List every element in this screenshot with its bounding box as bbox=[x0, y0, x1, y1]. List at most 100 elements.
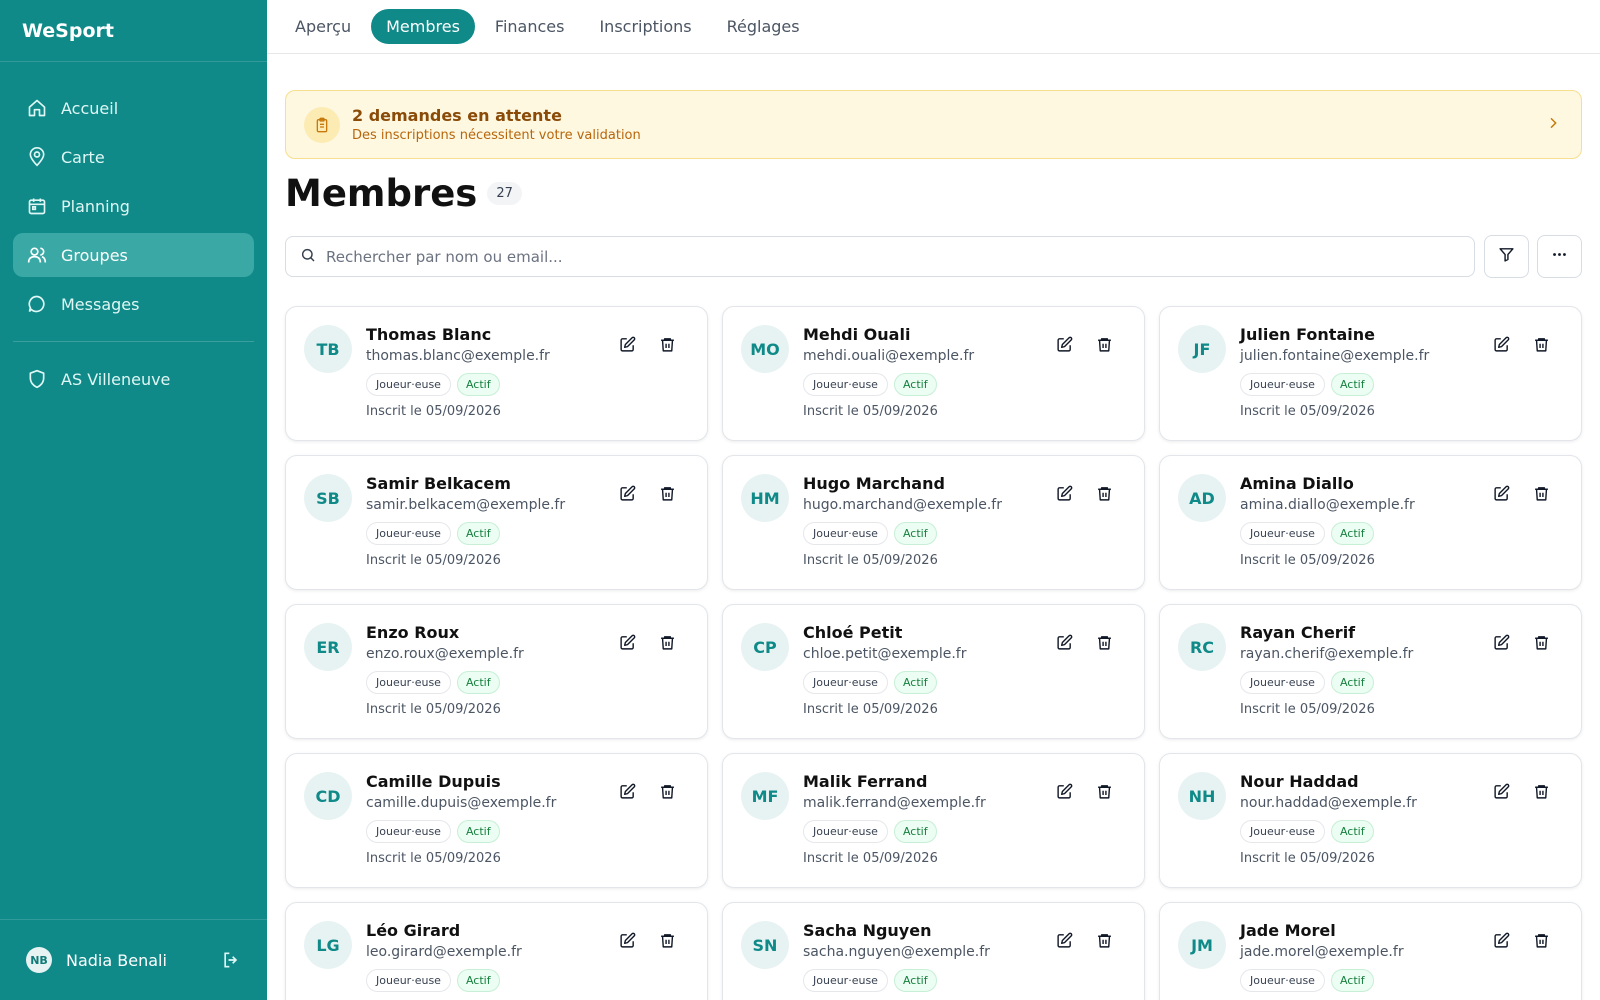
trash-icon[interactable] bbox=[1093, 333, 1115, 355]
trash-icon[interactable] bbox=[1530, 482, 1552, 504]
member-joined-date: Inscrit le 05/09/2026 bbox=[1240, 404, 1375, 419]
edit-icon[interactable] bbox=[1053, 482, 1075, 504]
sidebar-item-label: Groupes bbox=[61, 245, 128, 265]
tab-inscriptions[interactable]: Inscriptions bbox=[584, 9, 706, 44]
member-joined-date: Inscrit le 05/09/2026 bbox=[1240, 553, 1375, 568]
edit-icon[interactable] bbox=[616, 929, 638, 951]
avatar[interactable]: NB bbox=[26, 947, 52, 973]
brand-logo[interactable]: WeSport bbox=[0, 0, 267, 62]
member-grid: TB Thomas Blanc thomas.blanc@exemple.fr … bbox=[285, 306, 1583, 1000]
trash-icon[interactable] bbox=[1093, 482, 1115, 504]
edit-icon[interactable] bbox=[1053, 333, 1075, 355]
trash-icon[interactable] bbox=[1530, 333, 1552, 355]
member-card[interactable]: JM Jade Morel jade.morel@exemple.fr Joue… bbox=[1159, 902, 1582, 1000]
status-badge: Actif bbox=[456, 820, 500, 843]
sidebar-item-accueil[interactable]: Accueil bbox=[13, 86, 254, 130]
role-badge: Joueur·euse bbox=[366, 373, 451, 396]
more-options-button[interactable] bbox=[1537, 235, 1582, 278]
sidebar-item-label: Planning bbox=[61, 196, 130, 216]
sidebar-item-planning[interactable]: Planning bbox=[13, 184, 254, 228]
tab-bar: Aperçu Membres Finances Inscriptions Rég… bbox=[267, 0, 1600, 54]
member-card[interactable]: SB Samir Belkacem samir.belkacem@exemple… bbox=[285, 455, 708, 590]
edit-icon[interactable] bbox=[1490, 333, 1512, 355]
member-name: Léo Girard bbox=[366, 921, 461, 940]
logout-icon[interactable] bbox=[221, 950, 241, 970]
role-badge: Joueur·euse bbox=[1240, 522, 1325, 545]
pending-requests-alert[interactable]: 2 demandes en attente Des inscriptions n… bbox=[285, 90, 1582, 159]
tab-membres[interactable]: Membres bbox=[371, 9, 475, 44]
status-badge: Actif bbox=[1330, 969, 1374, 992]
search-input[interactable] bbox=[326, 247, 1426, 266]
member-card[interactable]: MO Mehdi Ouali mehdi.ouali@exemple.fr Jo… bbox=[722, 306, 1145, 441]
edit-icon[interactable] bbox=[616, 482, 638, 504]
role-badge: Joueur·euse bbox=[803, 969, 888, 992]
member-card[interactable]: TB Thomas Blanc thomas.blanc@exemple.fr … bbox=[285, 306, 708, 441]
member-joined-date: Inscrit le 05/09/2026 bbox=[366, 702, 501, 717]
status-badge: Actif bbox=[893, 522, 937, 545]
member-card[interactable]: RC Rayan Cherif rayan.cherif@exemple.fr … bbox=[1159, 604, 1582, 739]
member-card[interactable]: LG Léo Girard leo.girard@exemple.fr Joue… bbox=[285, 902, 708, 1000]
member-card[interactable]: AD Amina Diallo amina.diallo@exemple.fr … bbox=[1159, 455, 1582, 590]
member-name: Samir Belkacem bbox=[366, 474, 511, 493]
trash-icon[interactable] bbox=[1530, 780, 1552, 802]
edit-icon[interactable] bbox=[1053, 780, 1075, 802]
trash-icon[interactable] bbox=[656, 631, 678, 653]
tab-apercu[interactable]: Aperçu bbox=[280, 9, 366, 44]
member-card[interactable]: MF Malik Ferrand malik.ferrand@exemple.f… bbox=[722, 753, 1145, 888]
edit-icon[interactable] bbox=[616, 631, 638, 653]
trash-icon[interactable] bbox=[1093, 929, 1115, 951]
sidebar-item-messages[interactable]: Messages bbox=[13, 282, 254, 326]
member-email: thomas.blanc@exemple.fr bbox=[366, 348, 550, 364]
tab-finances[interactable]: Finances bbox=[480, 9, 580, 44]
member-joined-date: Inscrit le 05/09/2026 bbox=[803, 553, 938, 568]
role-badge: Joueur·euse bbox=[366, 522, 451, 545]
status-badge: Actif bbox=[1330, 671, 1374, 694]
edit-icon[interactable] bbox=[616, 333, 638, 355]
member-avatar: MF bbox=[741, 772, 789, 820]
trash-icon[interactable] bbox=[656, 780, 678, 802]
edit-icon[interactable] bbox=[1490, 929, 1512, 951]
sidebar-item-groupes[interactable]: Groupes bbox=[13, 233, 254, 277]
trash-icon[interactable] bbox=[656, 333, 678, 355]
member-card[interactable]: CP Chloé Petit chloe.petit@exemple.fr Jo… bbox=[722, 604, 1145, 739]
member-avatar: SB bbox=[304, 474, 352, 522]
edit-icon[interactable] bbox=[1490, 482, 1512, 504]
member-card[interactable]: CD Camille Dupuis camille.dupuis@exemple… bbox=[285, 753, 708, 888]
edit-icon[interactable] bbox=[1053, 929, 1075, 951]
member-avatar: JF bbox=[1178, 325, 1226, 373]
edit-icon[interactable] bbox=[616, 780, 638, 802]
role-badge: Joueur·euse bbox=[1240, 820, 1325, 843]
member-name: Nour Haddad bbox=[1240, 772, 1359, 791]
member-card[interactable]: HM Hugo Marchand hugo.marchand@exemple.f… bbox=[722, 455, 1145, 590]
member-badges: Joueur·euse Actif bbox=[803, 373, 937, 396]
trash-icon[interactable] bbox=[656, 929, 678, 951]
member-card[interactable]: ER Enzo Roux enzo.roux@exemple.fr Joueur… bbox=[285, 604, 708, 739]
member-avatar: MO bbox=[741, 325, 789, 373]
member-avatar: SN bbox=[741, 921, 789, 969]
sidebar-item-label: Messages bbox=[61, 294, 140, 314]
trash-icon[interactable] bbox=[1530, 929, 1552, 951]
trash-icon[interactable] bbox=[656, 482, 678, 504]
sidebar-item-club[interactable]: AS Villeneuve bbox=[13, 357, 254, 401]
search-bar bbox=[285, 236, 1475, 277]
message-icon bbox=[27, 294, 47, 314]
edit-icon[interactable] bbox=[1490, 631, 1512, 653]
filter-button[interactable] bbox=[1484, 235, 1529, 278]
trash-icon[interactable] bbox=[1093, 780, 1115, 802]
member-email: nour.haddad@exemple.fr bbox=[1240, 795, 1417, 811]
edit-icon[interactable] bbox=[1490, 780, 1512, 802]
member-badges: Joueur·euse Actif bbox=[1240, 671, 1374, 694]
member-card[interactable]: NH Nour Haddad nour.haddad@exemple.fr Jo… bbox=[1159, 753, 1582, 888]
member-card[interactable]: JF Julien Fontaine julien.fontaine@exemp… bbox=[1159, 306, 1582, 441]
member-email: jade.morel@exemple.fr bbox=[1240, 944, 1404, 960]
trash-icon[interactable] bbox=[1530, 631, 1552, 653]
trash-icon[interactable] bbox=[1093, 631, 1115, 653]
page-title: Membres bbox=[285, 172, 478, 215]
clipboard-icon bbox=[304, 106, 340, 143]
sidebar-item-carte[interactable]: Carte bbox=[13, 135, 254, 179]
status-badge: Actif bbox=[893, 820, 937, 843]
member-card[interactable]: SN Sacha Nguyen sacha.nguyen@exemple.fr … bbox=[722, 902, 1145, 1000]
tab-reglages[interactable]: Réglages bbox=[712, 9, 815, 44]
edit-icon[interactable] bbox=[1053, 631, 1075, 653]
member-email: rayan.cherif@exemple.fr bbox=[1240, 646, 1414, 662]
